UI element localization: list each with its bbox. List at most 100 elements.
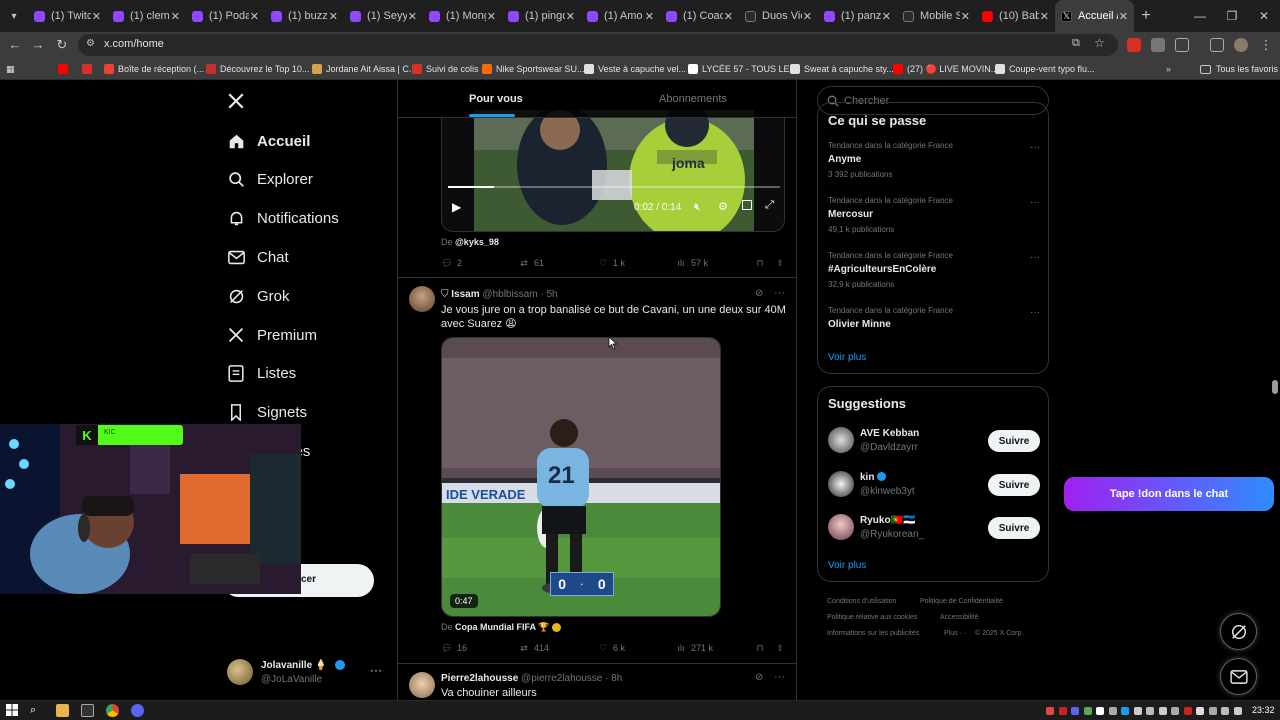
trend-item[interactable]: Tendance dans la catégorie France #Agricu…	[818, 251, 1050, 301]
nav-item-home[interactable]: Accueil	[227, 129, 310, 153]
bookmark-item[interactable]	[82, 62, 96, 76]
tray-icon[interactable]	[1196, 707, 1204, 715]
account-avatar[interactable]	[227, 659, 253, 685]
bookmark-button[interactable]: ⊓	[754, 641, 770, 655]
url-text[interactable]: x.com/home	[104, 38, 164, 50]
suggestion-item[interactable]: kin @klnweb3yt Suivre	[818, 469, 1050, 503]
footer-link[interactable]: Conditions d'utilisation	[827, 598, 896, 605]
bookmark-item[interactable]: Veste à capuche vel...	[584, 62, 686, 76]
tray-icon[interactable]	[1146, 707, 1154, 715]
bookmark-item[interactable]: Nike Sportswear SU...	[482, 62, 585, 76]
share-button[interactable]: ⇧	[774, 641, 790, 655]
more-options-icon[interactable]: ···	[1030, 307, 1040, 318]
footer-link[interactable]: Informations sur les publicités	[827, 630, 919, 637]
close-tab-icon[interactable]: ✕	[882, 10, 891, 23]
install-app-icon[interactable]: ⧉	[1072, 37, 1080, 50]
browser-tab[interactable]: Mobile S ✕	[897, 0, 976, 32]
follow-button[interactable]: Suivre	[988, 474, 1040, 496]
trend-item[interactable]: Tendance dans la catégorie France Olivier…	[818, 306, 1050, 356]
footer-link[interactable]: Plus ···	[944, 630, 967, 637]
share-button[interactable]: ⇧	[774, 256, 790, 270]
browser-tab[interactable]: (1) Coach✕	[660, 0, 739, 32]
tray-icon[interactable]	[1096, 707, 1104, 715]
grok-icon[interactable]: ⊘	[755, 288, 763, 299]
author-handle[interactable]: @hblbissam	[482, 289, 537, 300]
tray-icon[interactable]	[1208, 707, 1217, 715]
tray-icon[interactable]	[1083, 707, 1092, 715]
tray-icon[interactable]	[1233, 707, 1242, 715]
more-options-icon[interactable]: ···	[1030, 142, 1040, 153]
profile-avatar[interactable]	[1234, 38, 1248, 52]
x-logo-icon[interactable]	[227, 92, 245, 110]
close-tab-icon[interactable]: ✕	[408, 10, 417, 23]
bookmark-item[interactable]: LYCÉE 57 - TOUS LE...	[688, 62, 797, 76]
follow-button[interactable]: Suivre	[988, 430, 1040, 452]
reload-button[interactable]: ↻	[53, 36, 71, 54]
close-window-button[interactable]: ✕	[1248, 0, 1280, 32]
tray-icon[interactable]	[1221, 707, 1229, 715]
avatar[interactable]	[409, 286, 435, 312]
nav-item-grok[interactable]: Grok	[227, 284, 290, 308]
browser-tab[interactable]: (1) Mong ✕	[423, 0, 502, 32]
nav-item-mail[interactable]: Chat	[227, 245, 289, 269]
follow-button[interactable]: Suivre	[988, 517, 1040, 539]
close-tab-icon[interactable]: ✕	[487, 10, 496, 23]
author-name[interactable]: Issam	[451, 289, 479, 300]
tab-search-button[interactable]: ▾	[0, 0, 28, 32]
play-icon[interactable]: ▶	[452, 200, 461, 214]
messages-fab[interactable]	[1220, 658, 1257, 695]
avatar[interactable]	[409, 672, 435, 698]
side-panel-icon[interactable]	[1210, 38, 1224, 52]
browser-tab[interactable]: (1) Amo ✕	[581, 0, 660, 32]
bookmark-item[interactable]	[58, 62, 72, 76]
extension-icon[interactable]	[1151, 38, 1165, 52]
footer-link[interactable]: Accessibilité	[940, 614, 979, 621]
tray-icon[interactable]	[1183, 707, 1192, 715]
avatar[interactable]	[828, 471, 854, 497]
bookmark-item[interactable]: Boîte de réception (...	[104, 62, 204, 76]
bookmark-item[interactable]: Coupe-vent typo flu...	[995, 62, 1095, 76]
views-button[interactable]: ılı 271 k	[675, 641, 713, 655]
nav-item-bookmark[interactable]: Signets	[227, 401, 307, 425]
tray-icon[interactable]	[1171, 707, 1179, 715]
bookmark-item[interactable]: (27) 🔴 LIVE MOVIN...	[893, 62, 998, 76]
reply-button[interactable]: 💬︎ 2	[441, 256, 462, 270]
forward-button[interactable]: →	[29, 36, 47, 54]
close-tab-icon[interactable]: ✕	[645, 10, 654, 23]
site-info-icon[interactable]: ⚙	[86, 38, 99, 51]
tray-icon[interactable]	[1121, 707, 1129, 715]
tray-icon[interactable]	[1133, 707, 1142, 715]
close-tab-icon[interactable]: ✕	[92, 10, 101, 23]
all-bookmarks-link[interactable]: Tous les favoris	[1200, 62, 1278, 76]
nav-item-x-logo[interactable]: Premium	[227, 323, 317, 347]
tab-following[interactable]: Abonnements	[659, 93, 727, 105]
views-button[interactable]: ılı 57 k	[675, 256, 708, 270]
close-tab-icon[interactable]: ✕	[803, 10, 812, 23]
suggestion-item[interactable]: Ryuko🇵🇹🇪🇪 @Ryukorean_ Suivre	[818, 512, 1050, 546]
tweet-video[interactable]: IDE VERADE 21 0 · 0 0:47	[441, 337, 721, 617]
nav-item-list[interactable]: Listes	[227, 362, 296, 386]
nav-item-bell[interactable]: Notifications	[227, 207, 339, 231]
discord-icon[interactable]	[131, 704, 144, 717]
file-explorer-icon[interactable]	[56, 704, 69, 717]
nav-item-search[interactable]: Explorer	[227, 168, 313, 192]
close-tab-icon[interactable]: ✕	[1119, 10, 1128, 23]
browser-tab[interactable]: (1) clemen✕	[107, 0, 186, 32]
tray-icon[interactable]	[1158, 707, 1167, 715]
browser-tab[interactable]: (1) panz ✕	[818, 0, 897, 32]
start-button-icon[interactable]	[6, 704, 19, 717]
maximize-button[interactable]: ❐	[1216, 0, 1248, 32]
close-tab-icon[interactable]: ✕	[171, 10, 180, 23]
browser-tab[interactable]: Duos Vic ✕	[739, 0, 818, 32]
page-scrollbar-thumb[interactable]	[1272, 380, 1278, 394]
grok-fab[interactable]	[1220, 613, 1257, 650]
address-bar[interactable]: ⚙ x.com/home ⧉ ☆	[78, 34, 1118, 56]
video-progress-track[interactable]	[448, 186, 780, 188]
browser-menu-icon[interactable]: ⋮	[1257, 36, 1275, 54]
source-link[interactable]: @kyks_98	[455, 237, 499, 247]
account-menu-icon[interactable]: ···	[370, 663, 382, 677]
author-handle[interactable]: @pierre2lahousse	[521, 673, 602, 684]
reply-button[interactable]: 💬︎ 16	[441, 641, 467, 655]
bookmark-item[interactable]: Sweat à capuche sty...	[790, 62, 894, 76]
grok-icon[interactable]: ⊘	[755, 672, 763, 683]
